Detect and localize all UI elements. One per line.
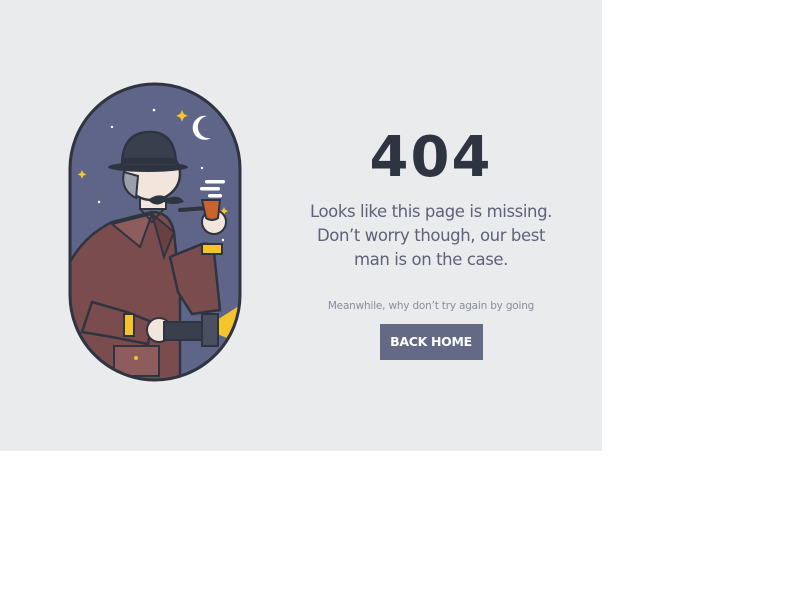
detective-icon	[68, 82, 242, 382]
detective-illustration	[52, 82, 242, 382]
error-message-line-1: Looks like this page is missing.	[309, 202, 553, 221]
error-message: Looks like this page is missing. Don’t w…	[300, 200, 562, 272]
error-code: 404	[369, 125, 493, 190]
error-content: 404 Looks like this page is missing. Don…	[300, 126, 562, 360]
error-message-line-2: Don’t worry though, our best	[316, 226, 546, 245]
error-message-line-3: man is on the case.	[353, 250, 508, 269]
hint-text: Meanwhile, why don’t try again by going	[327, 300, 535, 312]
error-panel: 404 Looks like this page is missing. Don…	[0, 0, 602, 451]
back-home-button[interactable]: BACK HOME	[379, 324, 483, 360]
